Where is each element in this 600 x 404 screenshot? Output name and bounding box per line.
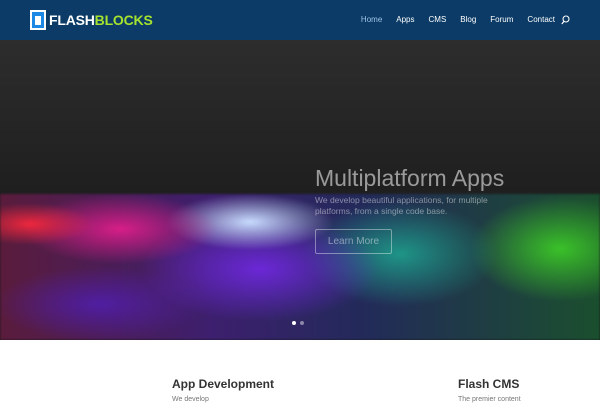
slider-dot-1[interactable] — [292, 321, 296, 325]
slider-dot-2[interactable] — [300, 321, 304, 325]
learn-more-button[interactable]: Learn More — [315, 229, 392, 254]
hero-subtitle: We develop beautiful applications, for m… — [315, 195, 488, 216]
hero-title: Multiplatform Apps — [315, 165, 505, 191]
nav-item-forum[interactable]: Forum — [490, 13, 513, 27]
hero-slider: Multiplatform Apps We develop beautiful … — [0, 40, 600, 340]
logo-text-flash: FLASH — [49, 12, 95, 28]
nav-item-home[interactable]: Home — [361, 13, 382, 27]
site-header: FLASHBLOCKS Home Apps CMS Blog Forum Con… — [0, 0, 600, 40]
feature-title-app-development: App Development — [172, 377, 275, 391]
nav-item-cms[interactable]: CMS — [429, 13, 447, 27]
logo-text-blocks: BLOCKS — [94, 12, 153, 28]
nav-item-apps[interactable]: Apps — [396, 13, 414, 27]
feature-title-flash-cms: Flash CMS — [458, 377, 520, 391]
search-icon[interactable] — [561, 15, 570, 25]
features-section: App Development We develop Flash CMS The… — [0, 340, 600, 403]
tablet-icon — [30, 10, 46, 30]
nav-item-contact[interactable]: Contact — [527, 13, 555, 27]
nav-item-blog[interactable]: Blog — [460, 13, 476, 27]
site-logo[interactable]: FLASHBLOCKS — [30, 9, 153, 31]
slider-dots — [292, 321, 304, 325]
main-nav: Home Apps CMS Blog Forum Contact — [347, 13, 555, 27]
